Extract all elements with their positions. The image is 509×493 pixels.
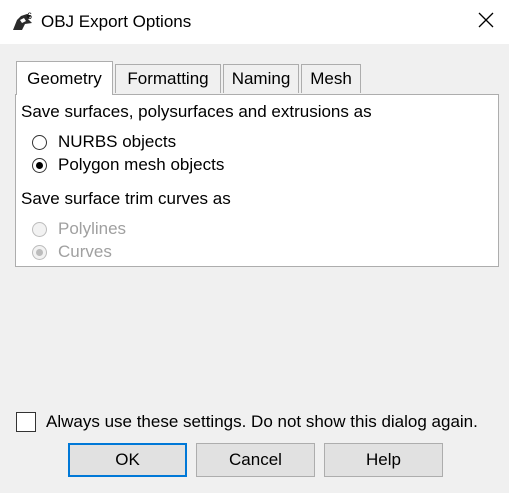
cancel-button[interactable]: Cancel xyxy=(196,443,315,477)
window-title: OBJ Export Options xyxy=(41,12,192,31)
tab-label: Mesh xyxy=(310,69,352,88)
close-button[interactable] xyxy=(463,0,509,44)
tab-formatting[interactable]: Formatting xyxy=(115,64,221,93)
ok-button[interactable]: OK xyxy=(68,443,187,477)
nurbs-objects-radio[interactable]: NURBS objects xyxy=(32,131,176,153)
radio-label: Polygon mesh objects xyxy=(58,155,225,174)
tab-label: Formatting xyxy=(127,69,209,88)
tab-label: Geometry xyxy=(27,68,102,88)
checkbox[interactable] xyxy=(16,412,36,432)
rhino-icon: 6 xyxy=(11,10,35,34)
radio-button xyxy=(32,221,47,237)
button-label: OK xyxy=(115,450,140,469)
help-button[interactable]: Help xyxy=(324,443,443,477)
radio-button[interactable] xyxy=(32,134,47,150)
polygon-mesh-objects-radio[interactable]: Polygon mesh objects xyxy=(32,154,224,176)
trim-section-label: Save surface trim curves as xyxy=(21,189,231,208)
always-use-settings-checkbox[interactable]: Always use these settings. Do not show t… xyxy=(16,412,478,432)
radio-button[interactable] xyxy=(32,157,47,173)
tab-geometry[interactable]: Geometry xyxy=(16,61,113,95)
tab-naming[interactable]: Naming xyxy=(223,64,299,93)
button-label: Cancel xyxy=(229,450,282,469)
radio-label: Curves xyxy=(58,242,112,261)
tab-mesh[interactable]: Mesh xyxy=(301,64,361,93)
svg-text:6: 6 xyxy=(27,11,32,21)
close-icon xyxy=(478,12,494,33)
title-bar: 6 OBJ Export Options xyxy=(0,0,509,44)
checkbox-label: Always use these settings. Do not show t… xyxy=(46,412,478,431)
geometry-panel: Save surfaces, polysurfaces and extrusio… xyxy=(15,94,499,267)
polylines-radio: Polylines xyxy=(32,218,126,240)
radio-label: Polylines xyxy=(58,219,127,238)
tab-label: Naming xyxy=(231,69,291,88)
radio-label: NURBS objects xyxy=(58,132,177,151)
curves-radio: Curves xyxy=(32,241,112,263)
radio-button xyxy=(32,244,47,260)
surfaces-section-label: Save surfaces, polysurfaces and extrusio… xyxy=(21,102,372,121)
button-label: Help xyxy=(366,450,401,469)
